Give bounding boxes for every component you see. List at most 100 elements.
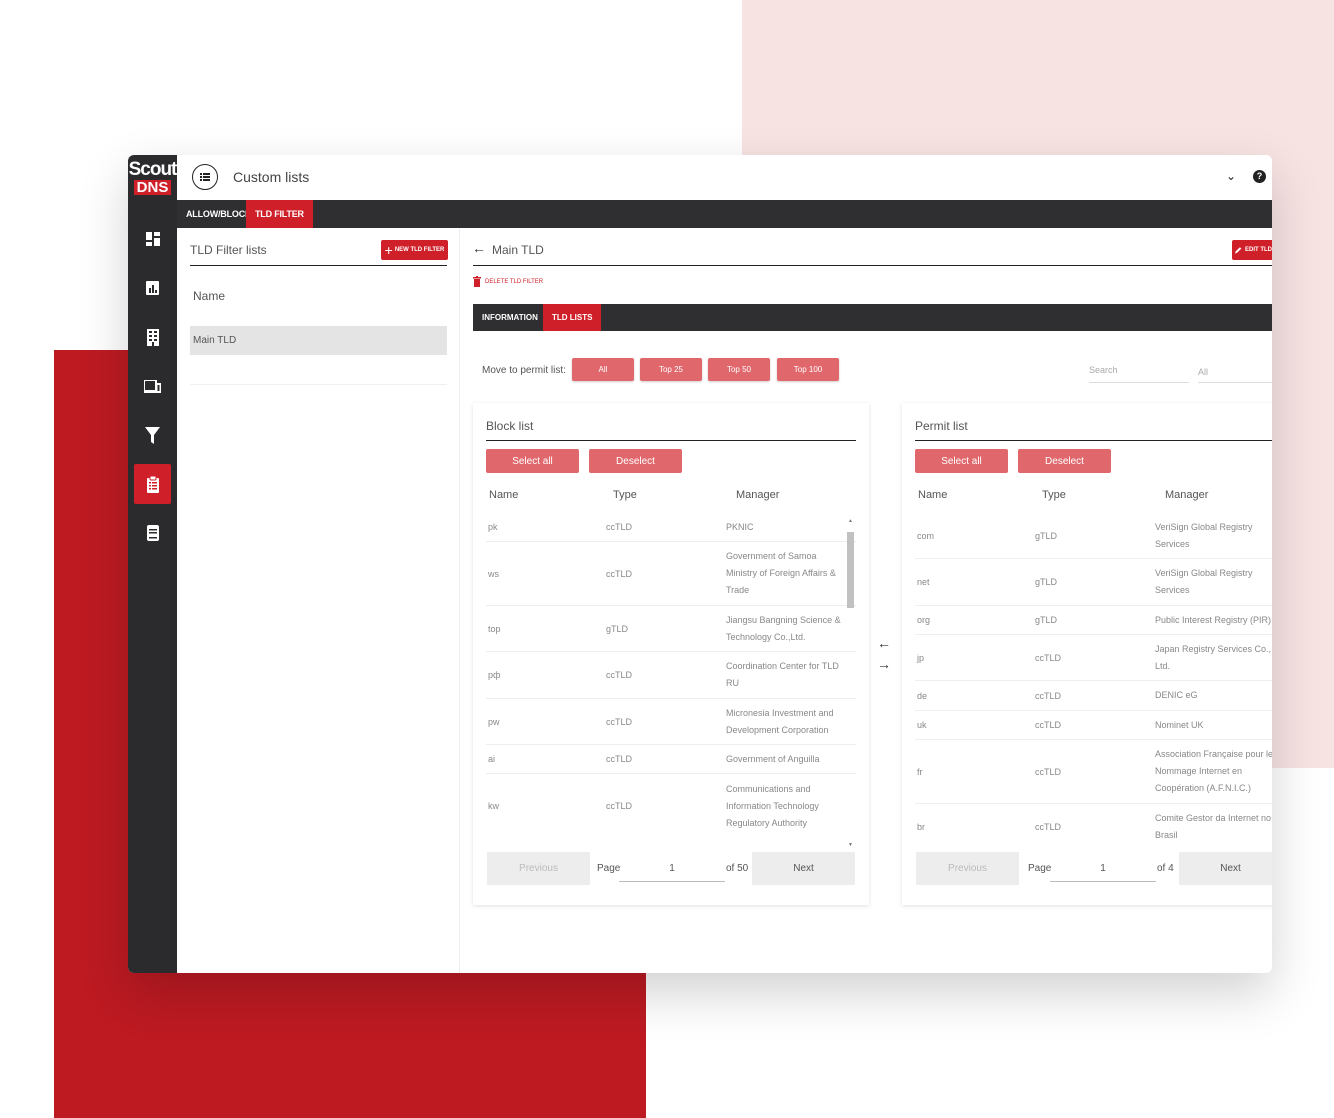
plus-icon: + [384,242,393,258]
tld-manager: PKNIC [726,521,754,532]
tld-type: ccTLD [606,522,633,532]
tld-type: ccTLD [1035,690,1062,701]
new-tld-filter-button[interactable]: + NEW TLD FILTER [381,240,448,260]
filter-title: Main TLD [492,243,544,257]
pencil-icon [1235,247,1242,254]
table-row[interactable]: fr ccTLD Association Française pour le Nom… [915,740,1272,804]
tld-name: рф [488,670,501,680]
tld-manager: Japan Registry Services Co., Ltd. [1155,643,1272,671]
table-row[interactable]: de ccTLD DENIC eG [915,681,1272,711]
tld-manager: Government of Anguilla [726,753,820,764]
transfer-arrows: ← → [877,633,891,675]
table-row[interactable]: jp ccTLD Japan Registry Services Co., Ltd. [915,635,1272,681]
tld-manager: Micronesia Investment and Development Co… [726,707,834,735]
tld-type: ccTLD [606,716,633,727]
table-row[interactable]: ws ccTLD Government of Samoa Ministry of F… [486,542,856,606]
tld-manager: Jiangsu Bangning Science & Technology Co… [726,614,841,642]
tab-tld-filter[interactable]: TLD FILTER [246,200,313,228]
block-list-card: Block list Select all Deselect Name Type… [473,403,869,905]
tld-manager: Nominet UK [1155,719,1204,730]
permit-type-header[interactable]: Type [1042,489,1066,501]
edit-tld-button[interactable]: EDIT TLD [1232,240,1272,260]
move-top100-button[interactable]: Top 100 [777,358,839,381]
permit-select-all-button[interactable]: Select all [915,449,1008,473]
chevron-down-icon[interactable]: ⌄ [1226,169,1236,183]
back-arrow-icon[interactable]: ← [472,240,486,256]
table-row[interactable]: ai ccTLD Government of Anguilla [486,745,856,774]
filter-icon[interactable] [134,415,171,455]
list-icon [200,173,210,181]
block-type-header[interactable]: Type [613,489,637,501]
clipboard-icon[interactable] [134,464,171,504]
permit-page-count: of 4 [1157,863,1174,874]
tab-information[interactable]: INFORMATION [473,304,547,331]
permit-list-title: Permit list [915,419,968,433]
tld-manager: Public Interest Registry (PIR) [1155,614,1272,625]
book-icon[interactable] [134,513,171,553]
tld-manager: DENIC eG [1155,690,1198,700]
devices-icon[interactable] [134,366,171,406]
search-input[interactable]: Search [1089,359,1189,383]
scroll-down-icon[interactable]: ▼ [847,842,854,848]
type-filter-select[interactable]: All [1198,359,1272,383]
permit-deselect-button[interactable]: Deselect [1018,449,1111,473]
move-top25-button[interactable]: Top 25 [640,358,702,381]
scroll-thumb[interactable] [847,532,854,608]
block-page-label: Page [597,863,621,874]
table-row[interactable]: pk ccTLD PKNIC [486,513,856,542]
delete-tld-filter-button[interactable]: DELETE TLD FILTER [473,276,543,287]
table-row[interactable]: kw ccTLD Communications and Information Te… [486,774,856,838]
tld-manager: VeriSign Global Registry Services [1155,568,1253,595]
permit-next-button[interactable]: Next [1179,852,1272,885]
building-icon[interactable] [134,317,171,357]
table-row[interactable]: pw ccTLD Micronesia Investment and Develop… [486,699,856,745]
block-next-button[interactable]: Next [752,852,855,885]
arrow-left-icon[interactable]: ← [877,633,891,654]
tld-type: gTLD [1035,615,1058,625]
tld-type: ccTLD [606,568,633,579]
permit-previous-button[interactable]: Previous [916,852,1019,885]
arrow-right-icon[interactable]: → [877,654,891,675]
block-previous-button[interactable]: Previous [487,852,590,885]
move-top50-button[interactable]: Top 50 [708,358,770,381]
block-manager-header[interactable]: Manager [736,489,779,501]
scoutdns-logo[interactable]: Scout DNS [128,155,177,200]
permit-manager-header[interactable]: Manager [1165,489,1208,501]
help-icon[interactable]: ? [1253,170,1266,183]
table-row[interactable]: рф ccTLD Coordination Center for TLD RU [486,652,856,699]
block-select-all-button[interactable]: Select all [486,449,579,473]
new-tld-filter-label: NEW TLD FILTER [394,247,445,253]
table-row[interactable]: top gTLD Jiangsu Bangning Science & Techno… [486,606,856,652]
table-row[interactable]: com gTLD VeriSign Global Registry Services [915,513,1272,559]
list-item-main-tld[interactable]: Main TLD [190,326,447,355]
table-row[interactable]: net gTLD VeriSign Global Registry Services [915,559,1272,606]
block-deselect-button[interactable]: Deselect [589,449,682,473]
dashboard-icon[interactable] [134,219,171,259]
tab-tld-lists[interactable]: TLD LISTS [543,304,602,331]
table-row[interactable]: uk ccTLD Nominet UK [915,711,1272,740]
block-page-input[interactable]: 1 [619,855,725,882]
menu-button[interactable] [192,164,218,190]
tld-filter-detail-pane: ← Main TLD EDIT TLD DELETE TLD FILTER IN… [460,228,1272,973]
permit-page-input[interactable]: 1 [1050,855,1156,882]
block-list-scrollbar[interactable]: ▲ ▼ [846,518,855,848]
sidebar: Scout DNS [128,155,177,973]
tld-manager: Communications and Information Technolog… [726,783,819,828]
tld-name: net [917,577,930,587]
move-all-button[interactable]: All [572,358,634,381]
trash-icon [473,276,481,287]
permit-name-header[interactable]: Name [918,489,947,501]
tld-name: fr [917,766,923,777]
table-row[interactable]: org gTLD Public Interest Registry (PIR) [915,606,1272,635]
tld-name: org [917,615,931,625]
block-name-header[interactable]: Name [489,489,518,501]
divider [915,440,1272,441]
reports-icon[interactable] [134,268,171,308]
delete-tld-filter-label: DELETE TLD FILTER [485,278,544,285]
page-title: Custom lists [233,169,310,185]
table-row[interactable]: br ccTLD Comite Gestor da Internet no Bras… [915,804,1272,848]
top-bar: Custom lists ⌄ ? [177,155,1272,200]
tld-type: gTLD [1035,530,1058,541]
scroll-up-icon[interactable]: ▲ [847,518,854,524]
app-window: Scout DNS Custom lists ⌄ ? ALLOW/BLOCK T… [128,155,1272,973]
